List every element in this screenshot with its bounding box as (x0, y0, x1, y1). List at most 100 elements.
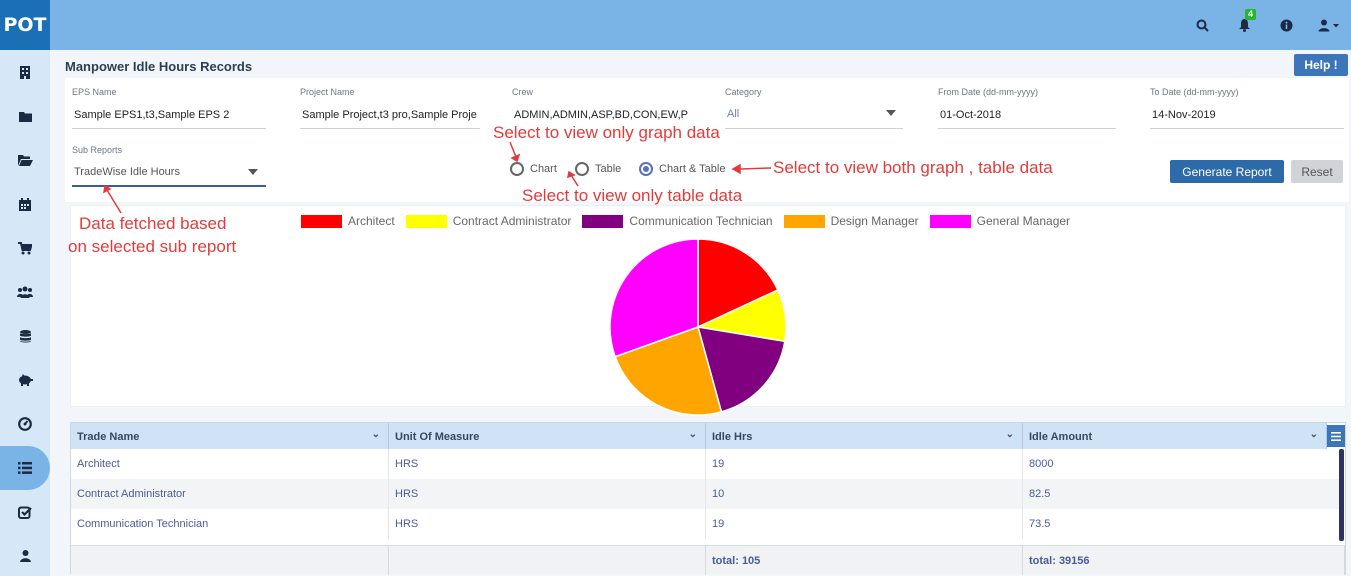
sidebar-item-database[interactable] (0, 314, 50, 358)
reset-button[interactable]: Reset (1291, 160, 1343, 183)
cell-unit: HRS (389, 449, 706, 479)
chevron-down-icon[interactable]: ⌄ (1310, 429, 1318, 440)
chevron-down-icon[interactable]: ⌄ (372, 429, 380, 440)
sub-reports-select[interactable]: TradeWise Idle Hours (74, 166, 244, 178)
list-icon (18, 462, 32, 474)
category-select[interactable]: All (727, 108, 827, 120)
radio-chart[interactable]: Chart (510, 162, 557, 176)
to-date-label: To Date (dd-mm-yyyy) (1150, 87, 1239, 97)
page-title: Manpower Idle Hours Records (65, 59, 253, 74)
table-row[interactable]: Contract Administrator HRS 10 82.5 (71, 479, 1341, 509)
eps-name-field[interactable]: Sample EPS1,t3,Sample EPS 2 (74, 109, 264, 121)
category-chevron-down-icon[interactable] (886, 110, 896, 116)
cell-unit: HRS (389, 509, 706, 539)
calendar-icon (19, 197, 31, 211)
user-menu-icon[interactable] (1307, 0, 1351, 50)
to-date-underline (1150, 128, 1344, 129)
eps-name-underline (72, 128, 266, 129)
table-scrollbar[interactable] (1339, 449, 1344, 541)
legend-label: Communication Technician (629, 214, 773, 228)
col-trade-name[interactable]: Trade Name ⌄ (71, 423, 389, 450)
app-logo[interactable]: POT (0, 0, 50, 50)
chart-legend: Architect Contract Administrator Communi… (301, 214, 1081, 228)
cell-unit: HRS (389, 479, 706, 509)
sidebar-item-reports[interactable] (0, 446, 50, 490)
dashboard-icon (18, 417, 32, 431)
col-idle-amount[interactable]: Idle Amount ⌄ (1023, 423, 1327, 450)
chevron-down-icon[interactable]: ⌄ (689, 429, 697, 440)
from-date-underline (938, 128, 1116, 129)
cell-trade-name: Contract Administrator (71, 479, 389, 509)
sidebar-item-calendar[interactable] (0, 182, 50, 226)
legend-swatch (783, 214, 825, 228)
top-bar: 4 (50, 0, 1351, 50)
cart-icon (18, 241, 32, 254)
top-icons: 4 (1181, 0, 1351, 50)
category-label: Category (725, 87, 762, 97)
col-trade-name-label: Trade Name (77, 430, 140, 443)
radio-chart-and-table-circle[interactable] (639, 162, 653, 176)
eps-name-label: EPS Name (72, 87, 117, 97)
category-underline (725, 128, 903, 129)
cell-trade-name: Communication Technician (71, 509, 389, 539)
sidebar-item-profile[interactable] (0, 534, 50, 576)
footer-cell-empty (71, 546, 389, 575)
legend-item-architect[interactable]: Architect (301, 214, 395, 228)
database-icon (19, 329, 31, 342)
project-name-label: Project Name (300, 87, 355, 97)
legend-item-contract-administrator[interactable]: Contract Administrator (405, 214, 572, 228)
sidebar-item-tasks[interactable] (0, 490, 50, 534)
table-row[interactable]: Architect HRS 19 8000 (71, 449, 1341, 479)
data-table: Trade Name ⌄ Unit Of Measure ⌄ Idle Hrs ⌄ I… (70, 422, 1346, 575)
chevron-down-icon[interactable]: ⌄ (1006, 429, 1014, 440)
cell-idle-amount: 8000 (1023, 449, 1341, 479)
to-date-field[interactable]: 14-Nov-2019 (1152, 109, 1332, 121)
sidebar-item-finance[interactable] (0, 358, 50, 402)
info-icon[interactable] (1265, 0, 1307, 50)
radio-table-circle[interactable] (575, 162, 589, 176)
legend-label: Contract Administrator (452, 214, 572, 228)
help-button[interactable]: Help ! (1294, 54, 1348, 76)
sub-reports-chevron-down-icon[interactable] (248, 169, 258, 175)
annotation-sub-report-line2: on selected sub report (68, 237, 237, 256)
col-unit-of-measure[interactable]: Unit Of Measure ⌄ (389, 423, 706, 450)
sidebar-item-folder[interactable] (0, 94, 50, 138)
sidebar-item-folder-open[interactable] (0, 138, 50, 182)
radio-chart-circle[interactable] (510, 162, 524, 176)
from-date-field[interactable]: 01-Oct-2018 (940, 109, 1110, 121)
notification-badge: 4 (1245, 9, 1257, 20)
legend-item-communication-technician[interactable]: Communication Technician (582, 214, 773, 228)
cell-idle-amount: 73.5 (1023, 509, 1341, 539)
sidebar-item-cart[interactable] (0, 226, 50, 270)
legend-item-design-manager[interactable]: Design Manager (783, 214, 919, 228)
cell-idle-hrs: 19 (706, 509, 1023, 539)
from-date-label: From Date (dd-mm-yyyy) (938, 87, 1039, 97)
sidebar-item-dashboard[interactable] (0, 402, 50, 446)
sub-reports-underline (72, 185, 266, 187)
search-icon[interactable] (1181, 0, 1223, 50)
users-icon (17, 286, 33, 298)
col-idle-hrs[interactable]: Idle Hrs ⌄ (706, 423, 1023, 450)
sidebar-item-building[interactable] (0, 50, 50, 94)
sidebar (0, 50, 50, 576)
footer-cell-empty (389, 546, 706, 575)
radio-chart-and-table[interactable]: Chart & Table (639, 162, 725, 176)
grid-menu-icon[interactable] (1327, 425, 1345, 447)
footer-idle-amount-total: total: 39156 (1023, 546, 1345, 575)
user-icon (19, 550, 31, 562)
col-unit-of-measure-label: Unit Of Measure (395, 430, 480, 443)
legend-swatch (405, 214, 447, 228)
sidebar-item-users[interactable] (0, 270, 50, 314)
radio-table[interactable]: Table (575, 162, 621, 176)
legend-label: Architect (348, 214, 395, 228)
legend-label: General Manager (976, 214, 1071, 228)
legend-item-general-manager[interactable]: General Manager (929, 214, 1071, 228)
radio-chart-and-table-label: Chart & Table (659, 163, 726, 175)
crew-field[interactable]: ADMIN,ADMIN,ASP,BD,CON,EW,P (514, 109, 694, 121)
annotation-sub-report-line1: Data fetched based (79, 214, 227, 233)
generate-report-button[interactable]: Generate Report (1170, 160, 1284, 183)
table-row[interactable]: Communication Technician HRS 19 73.5 (71, 509, 1341, 545)
annotation-graph-only: Select to view only graph data (493, 123, 720, 142)
project-name-field[interactable]: Sample Project,t3 pro,Sample Proje (302, 109, 478, 121)
bell-icon[interactable]: 4 (1223, 0, 1265, 50)
